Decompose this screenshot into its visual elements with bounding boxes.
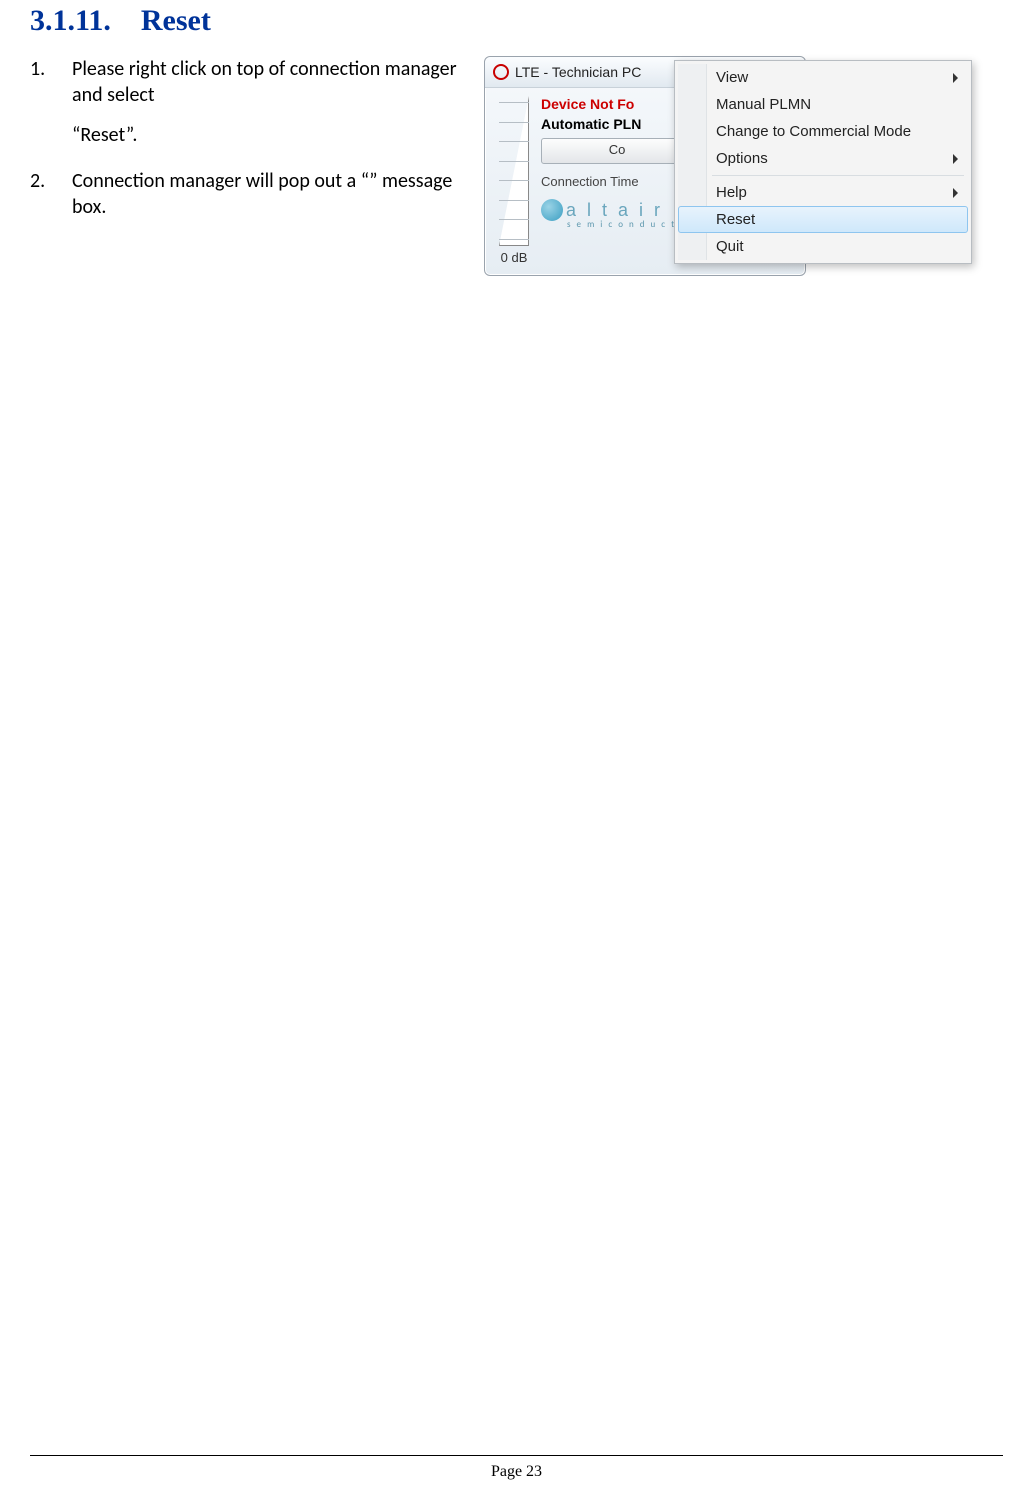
signal-meter bbox=[499, 96, 529, 246]
instruction-step-1: Please right click on top of connection … bbox=[30, 56, 470, 148]
brand-logo-text: a l t a i r bbox=[566, 200, 663, 221]
menu-item-view[interactable]: View bbox=[678, 64, 968, 91]
signal-db-label: 0 dB bbox=[501, 250, 528, 265]
menu-separator bbox=[712, 175, 964, 176]
page-number: Page 23 bbox=[491, 1463, 542, 1480]
menu-item-change-mode[interactable]: Change to Commercial Mode bbox=[678, 118, 968, 145]
menu-item-label: Help bbox=[716, 184, 747, 201]
menu-item-manual-plmn[interactable]: Manual PLMN bbox=[678, 91, 968, 118]
instruction-step-2: Connection manager will pop out a “” mes… bbox=[30, 168, 470, 220]
submenu-arrow-icon bbox=[953, 154, 958, 164]
context-menu: View Manual PLMN Change to Commercial Mo… bbox=[674, 60, 972, 264]
page-footer: Page 23 bbox=[0, 1455, 1033, 1481]
heading-number: 3.1.11. bbox=[30, 4, 111, 37]
heading-title: Reset bbox=[141, 4, 211, 37]
submenu-arrow-icon bbox=[953, 188, 958, 198]
menu-item-quit[interactable]: Quit bbox=[678, 233, 968, 260]
submenu-arrow-icon bbox=[953, 73, 958, 83]
menu-item-label: Quit bbox=[716, 238, 744, 255]
instruction-list: Please right click on top of connection … bbox=[30, 56, 470, 220]
menu-item-label: Manual PLMN bbox=[716, 96, 811, 113]
step-1-text: Please right click on top of connection … bbox=[72, 57, 457, 107]
menu-item-label: View bbox=[716, 69, 748, 86]
step-1-quoted: “Reset”. bbox=[72, 122, 470, 148]
section-heading: 3.1.11. Reset bbox=[30, 4, 1003, 38]
step-2-text: Connection manager will pop out a “” mes… bbox=[72, 169, 452, 219]
menu-item-label: Reset bbox=[716, 211, 755, 228]
signal-strength-column: 0 dB bbox=[495, 96, 533, 265]
screenshot-figure: LTE - Technician PC 0 dB bbox=[484, 56, 1003, 316]
footer-rule bbox=[30, 1455, 1003, 1456]
menu-item-label: Change to Commercial Mode bbox=[716, 123, 911, 140]
menu-item-label: Options bbox=[716, 150, 768, 167]
menu-item-reset[interactable]: Reset bbox=[678, 206, 968, 233]
brand-logo-icon bbox=[541, 199, 563, 221]
menu-item-options[interactable]: Options bbox=[678, 145, 968, 172]
app-icon bbox=[493, 64, 509, 80]
instruction-text-column: Please right click on top of connection … bbox=[30, 56, 470, 240]
connect-button[interactable]: Co bbox=[541, 138, 693, 164]
window-title: LTE - Technician PC bbox=[515, 64, 641, 80]
menu-item-help[interactable]: Help bbox=[678, 179, 968, 206]
